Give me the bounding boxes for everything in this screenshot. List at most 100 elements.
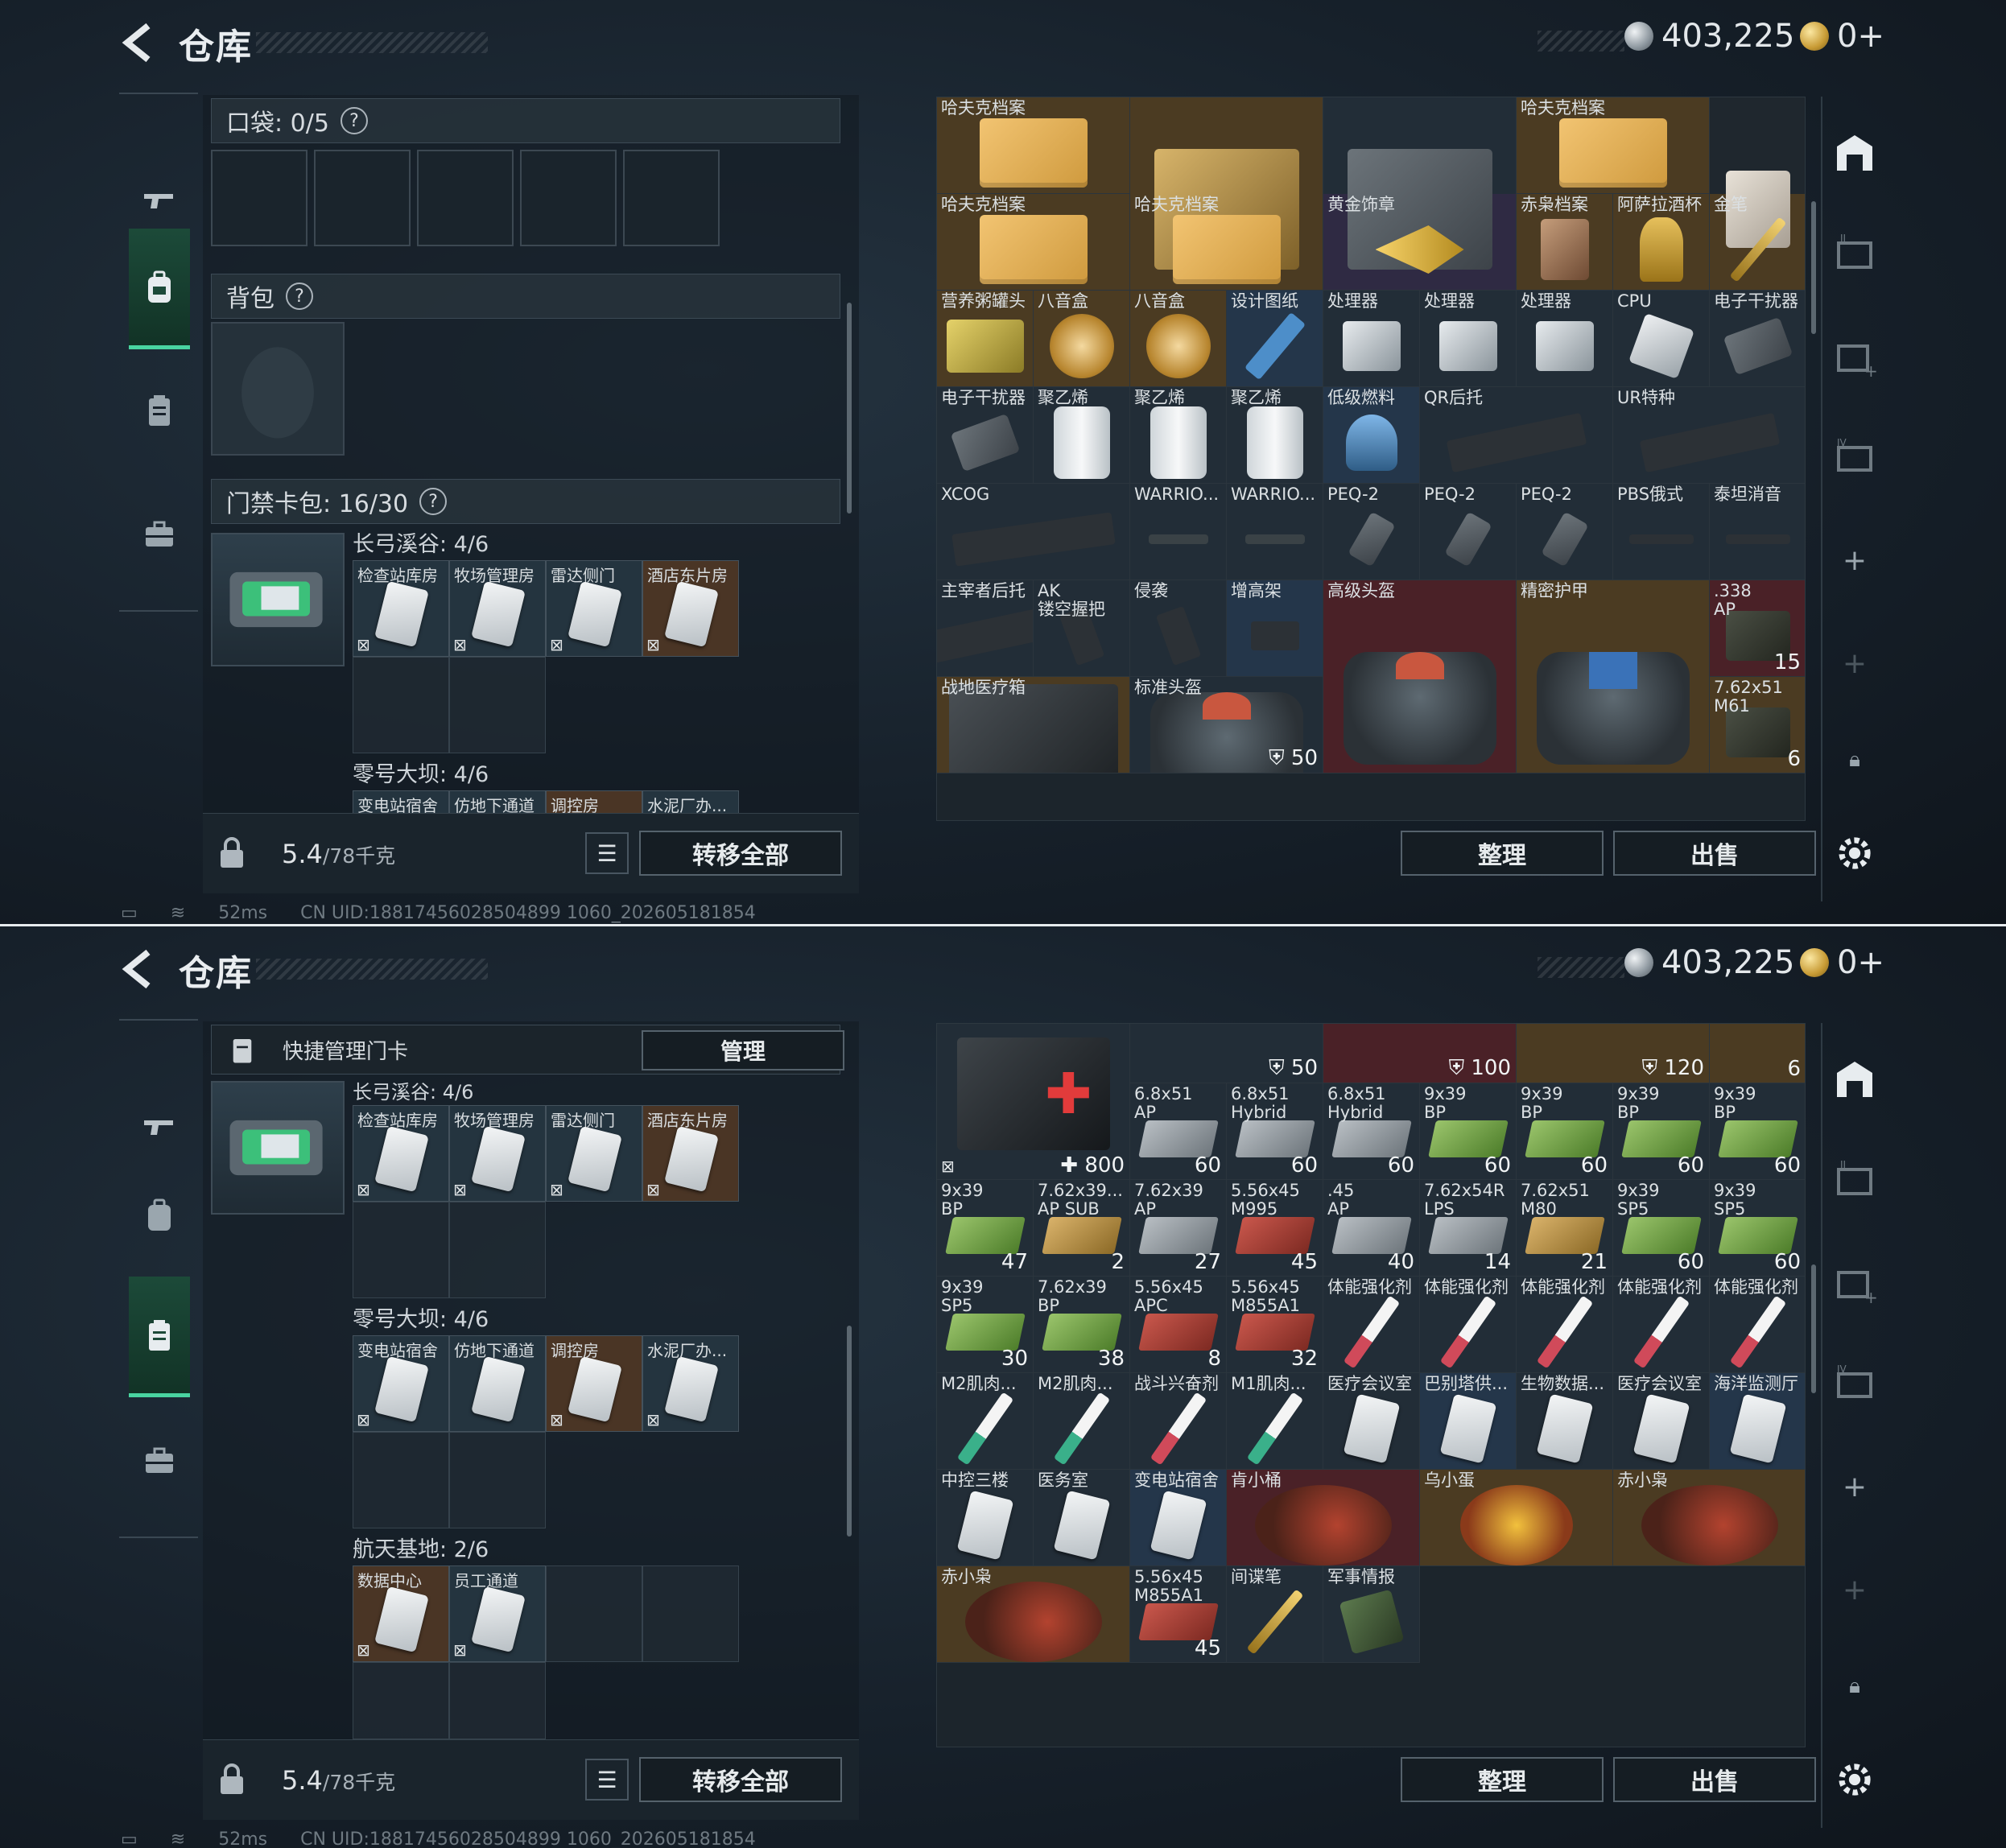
inventory-item[interactable]: 体能强化剂 [1517,1277,1613,1374]
keycard-slot[interactable]: 检查站库房 ⊠ [353,1105,449,1202]
settings-gear-icon[interactable] [1832,831,1877,876]
inventory-item[interactable]: 9x39 BP 60 [1613,1083,1710,1181]
sort-button[interactable]: 整理 [1401,1757,1604,1802]
keycard-slot-empty[interactable] [353,1662,449,1739]
inventory-item[interactable]: 军事情报 [1323,1566,1420,1664]
inventory-item[interactable]: 7.62x39... AP SUB 2 [1034,1180,1130,1277]
keycard-slot-empty[interactable] [353,657,449,753]
keycard-slot[interactable]: 仿地下通道 [449,1335,546,1432]
keycard-slot-empty[interactable] [353,1432,449,1528]
keycard-slot[interactable]: 数据中心 ⊠ [353,1565,449,1662]
inventory-item[interactable]: 赤小枭 [937,1566,1130,1664]
inventory-item[interactable]: 6.8x51 AP 60 [1130,1083,1227,1181]
inventory-item[interactable]: ⛨ 100 [1323,1024,1517,1083]
tab-toolbox[interactable] [129,1400,190,1521]
warehouse-tab-1-icon[interactable] [1832,130,1877,175]
pocket-slot[interactable] [623,150,720,246]
inventory-item[interactable]: 聚乙烯 [1227,387,1323,484]
inventory-item[interactable]: 战斗兴奋剂 [1130,1373,1227,1471]
inventory-item[interactable]: WARRIO... [1227,484,1323,580]
inventory-item[interactable]: 聚乙烯 [1130,387,1227,484]
keycard-slot-empty[interactable] [449,1202,546,1298]
inventory-item[interactable]: 5.56x45 M855A1 32 [1227,1277,1323,1374]
inventory-item[interactable]: 7.62x39 BP 38 [1034,1277,1130,1374]
tab-backpack[interactable] [129,1155,190,1276]
keycard-slot[interactable]: 变电站宿舍 ⊠ [353,1335,449,1432]
inventory-item[interactable]: 5.56x45 M995 45 [1227,1180,1323,1277]
inventory-item[interactable]: 肯小桶 [1227,1470,1420,1567]
keycase-item[interactable] [211,533,345,666]
inventory-item[interactable]: 7.62x39 AP 27 [1130,1180,1227,1277]
inventory-item[interactable]: 聚乙烯 [1034,387,1130,484]
pocket-slot[interactable] [417,150,514,246]
inventory-item[interactable]: 医疗会议室 [1613,1373,1710,1471]
inventory-item[interactable]: CPU [1613,291,1710,387]
inventory-item[interactable]: 处理器 [1420,291,1517,387]
inventory-item[interactable]: 赤枭档案 [1517,194,1613,291]
inventory-item[interactable]: 6 [1710,1024,1805,1083]
keycard-slot[interactable]: 酒店东片房 ⊠ [642,560,739,657]
inventory-item[interactable]: 泰坦消音 [1710,484,1805,580]
inventory-item[interactable]: XCOG [937,484,1130,580]
inventory-item[interactable]: 乌小蛋 [1420,1470,1613,1567]
inventory-item[interactable]: 八音盒 [1034,291,1130,387]
inventory-item[interactable]: 体能强化剂 [1323,1277,1420,1374]
inventory-item[interactable]: 体能强化剂 [1710,1277,1805,1374]
inventory-item[interactable]: 电子干扰器 [937,387,1034,484]
inventory-item[interactable]: M2肌肉... [937,1373,1034,1471]
help-icon[interactable]: ? [286,283,313,310]
tab-toolbox[interactable] [129,474,190,595]
inventory-item[interactable]: 9x39 BP 60 [1420,1083,1517,1181]
tab-keycase[interactable] [129,350,190,471]
inventory-item[interactable]: 巴别塔供... [1420,1373,1517,1471]
grid-scrollbar[interactable] [1811,201,1816,334]
back-arrow-icon[interactable] [119,947,163,991]
pocket-slot[interactable] [211,150,308,246]
inventory-item[interactable]: 营养粥罐头 [937,291,1034,387]
keycard-slot[interactable]: 检查站库房 ⊠ [353,560,449,657]
inventory-item[interactable]: 赤小枭 [1613,1470,1805,1567]
inventory-item[interactable]: PEQ-2 [1323,484,1420,580]
warehouse-tab-3-icon[interactable]: + [1832,1261,1877,1306]
inventory-item[interactable]: 标准头盔 ⛨ 50 [1130,677,1323,773]
inventory-item[interactable]: 精密护甲 [1517,580,1710,773]
inventory-item[interactable]: 医疗会议室 [1323,1373,1420,1471]
warehouse-tab-3-icon[interactable]: + [1832,335,1877,380]
inventory-item[interactable]: 医务室 [1034,1470,1130,1567]
tab-backpack[interactable] [129,229,190,349]
inventory-item[interactable]: 哈夫克档案 [1517,97,1710,194]
sort-button[interactable]: 整理 [1401,831,1604,876]
inventory-item[interactable]: 7.62x54R LPS 14 [1420,1180,1517,1277]
tab-keycase[interactable] [129,1277,190,1397]
keycard-slot-empty[interactable] [449,657,546,753]
left-scrollbar[interactable] [847,1326,852,1537]
inventory-item[interactable]: 侵袭 [1130,580,1227,677]
inventory-item[interactable]: 阿萨拉酒杯 [1613,194,1710,291]
inventory-item[interactable]: 战地医疗箱 [937,677,1130,773]
keycard-slot[interactable]: 员工通道 ⊠ [449,1565,546,1662]
inventory-item[interactable]: 6.8x51 Hybrid 60 [1227,1083,1323,1181]
transfer-all-button[interactable]: 转移全部 [639,1757,842,1802]
sell-button[interactable]: 出售 [1613,831,1816,876]
back-arrow-icon[interactable] [119,21,163,64]
gold-currency[interactable]: 0+ [1800,944,1884,981]
warehouse-tab-2-icon[interactable]: II [1832,232,1877,277]
inventory-item[interactable]: 5.56x45 M855A1 45 [1130,1566,1227,1664]
inventory-item[interactable]: 高级头盔 [1323,580,1517,773]
inventory-item[interactable]: .45 AP 40 [1323,1180,1420,1277]
warehouse-tab-4-icon[interactable]: IV [1832,435,1877,480]
settings-gear-icon[interactable] [1832,1757,1877,1802]
inventory-item[interactable]: 7.62x51 M80 21 [1517,1180,1613,1277]
inventory-item[interactable]: 7.62x51 M61 6 [1710,677,1805,773]
inventory-item[interactable]: 哈夫克档案 [937,97,1130,194]
keycard-slot-empty[interactable] [546,1565,642,1662]
inventory-item[interactable]: PEQ-2 [1517,484,1613,580]
sell-button[interactable]: 出售 [1613,1757,1816,1802]
inventory-item[interactable]: 9x39 BP 60 [1517,1083,1613,1181]
inventory-item[interactable]: M2肌肉... [1034,1373,1130,1471]
keycard-slot[interactable]: 牧场管理房 ⊠ [449,560,546,657]
keycard-slot[interactable]: 雷达侧门 ⊠ [546,1105,642,1202]
warehouse-tab-4-icon[interactable]: IV [1832,1361,1877,1406]
keycard-slot-empty[interactable] [449,1432,546,1528]
inventory-item[interactable]: 哈夫克档案 [937,194,1130,291]
